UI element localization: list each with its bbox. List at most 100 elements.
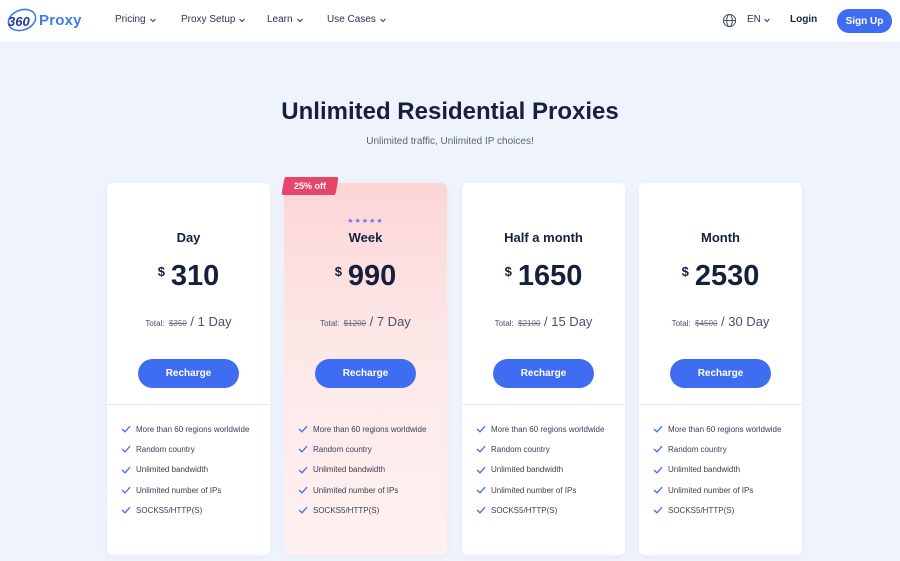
check-icon bbox=[476, 507, 486, 515]
plan-name: Day bbox=[176, 230, 201, 245]
check-icon bbox=[653, 486, 663, 494]
feature-text: More than 60 regions worldwide bbox=[136, 424, 250, 434]
plan-card-week: 25% off ★★★★★ Week $990 Total: $1200 / 7… bbox=[281, 177, 447, 555]
check-icon bbox=[121, 466, 131, 474]
check-icon bbox=[298, 486, 308, 494]
feature-item: Unlimited bandwidth bbox=[476, 460, 604, 480]
check-icon bbox=[121, 507, 131, 515]
feature-item: More than 60 regions worldwide bbox=[653, 419, 781, 439]
logo-360-icon: 360 bbox=[7, 8, 37, 32]
price-amount: 2530 bbox=[694, 260, 760, 292]
check-icon bbox=[298, 425, 308, 433]
chevron-down-icon bbox=[149, 18, 156, 22]
check-icon bbox=[121, 486, 131, 494]
login-link[interactable]: Login bbox=[790, 14, 817, 25]
currency-symbol: $ bbox=[504, 264, 512, 279]
separator: / bbox=[717, 314, 729, 329]
feature-list: More than 60 regions worldwide Random co… bbox=[298, 419, 426, 520]
feature-item: More than 60 regions worldwide bbox=[476, 419, 604, 439]
plan-card-half-month: Half a month $1650 Total: $2100 / 15 Day… bbox=[462, 183, 625, 555]
plan-name: Week bbox=[348, 230, 383, 245]
discount-badge: 25% off bbox=[281, 177, 339, 195]
language-label: EN bbox=[747, 14, 761, 25]
language-selector[interactable]: EN bbox=[747, 14, 771, 25]
divider bbox=[284, 404, 447, 405]
plan-price: $2530 bbox=[639, 260, 802, 293]
plan-total: Total: $1200 / 7 Day bbox=[284, 313, 447, 331]
original-price: $2100 bbox=[518, 319, 541, 328]
feature-text: Random country bbox=[136, 444, 195, 454]
page-title: Unlimited Residential Proxies bbox=[281, 98, 619, 125]
nav-proxy-setup[interactable]: Proxy Setup bbox=[181, 14, 246, 25]
duration: 1 Day bbox=[197, 314, 232, 329]
currency-symbol: $ bbox=[681, 264, 689, 279]
check-icon bbox=[476, 425, 486, 433]
recharge-button[interactable]: Recharge bbox=[670, 359, 771, 388]
feature-text: Unlimited bandwidth bbox=[668, 465, 741, 475]
feature-item: Unlimited number of IPs bbox=[653, 480, 781, 500]
feature-item: Random country bbox=[298, 439, 426, 459]
recharge-button[interactable]: Recharge bbox=[493, 359, 594, 388]
feature-text: SOCKS5/HTTP(S) bbox=[668, 505, 735, 515]
check-icon bbox=[653, 466, 663, 474]
divider bbox=[462, 404, 625, 405]
globe-icon[interactable] bbox=[722, 13, 737, 28]
feature-text: More than 60 regions worldwide bbox=[668, 424, 782, 434]
check-icon bbox=[298, 507, 308, 515]
feature-item: SOCKS5/HTTP(S) bbox=[653, 500, 781, 520]
recharge-button[interactable]: Recharge bbox=[315, 359, 416, 388]
nav-use-cases[interactable]: Use Cases bbox=[327, 14, 387, 25]
logo[interactable]: 360 Proxy bbox=[6, 6, 82, 34]
total-label: Total: bbox=[145, 319, 165, 328]
logo-text: Proxy bbox=[39, 11, 82, 29]
feature-item: Unlimited number of IPs bbox=[476, 480, 604, 500]
check-icon bbox=[653, 507, 663, 515]
check-icon bbox=[121, 425, 131, 433]
feature-item: SOCKS5/HTTP(S) bbox=[121, 500, 249, 520]
feature-item: Random country bbox=[653, 439, 781, 459]
feature-text: Unlimited bandwidth bbox=[491, 465, 564, 475]
price-amount: 310 bbox=[170, 260, 220, 292]
divider bbox=[107, 404, 270, 405]
original-price: $350 bbox=[168, 319, 187, 328]
plan-price: $990 bbox=[284, 260, 447, 293]
total-label: Total: bbox=[671, 319, 691, 328]
original-price: $1200 bbox=[343, 319, 366, 328]
price-amount: 1650 bbox=[517, 260, 583, 292]
feature-text: More than 60 regions worldwide bbox=[491, 424, 605, 434]
feature-text: SOCKS5/HTTP(S) bbox=[313, 505, 380, 515]
feature-item: SOCKS5/HTTP(S) bbox=[298, 500, 426, 520]
logo-mark-text: 360 bbox=[8, 14, 30, 29]
nav-learn[interactable]: Learn bbox=[267, 14, 304, 25]
divider bbox=[639, 404, 802, 405]
nav-learn-label: Learn bbox=[267, 14, 293, 25]
feature-item: More than 60 regions worldwide bbox=[298, 419, 426, 439]
duration: 30 Day bbox=[728, 314, 770, 329]
check-icon bbox=[476, 466, 486, 474]
duration: 7 Day bbox=[376, 314, 411, 329]
check-icon bbox=[476, 486, 486, 494]
feature-text: Random country bbox=[491, 444, 550, 454]
feature-text: SOCKS5/HTTP(S) bbox=[136, 505, 203, 515]
nav-use-cases-label: Use Cases bbox=[327, 14, 376, 25]
separator: / bbox=[366, 314, 377, 329]
feature-item: Unlimited number of IPs bbox=[121, 480, 249, 500]
plan-total: Total: $350 / 1 Day bbox=[107, 313, 270, 331]
plan-name: Month bbox=[701, 230, 740, 245]
separator: / bbox=[540, 314, 552, 329]
plan-total: Total: $2100 / 15 Day bbox=[462, 313, 625, 331]
feature-text: More than 60 regions worldwide bbox=[313, 424, 427, 434]
nav-pricing[interactable]: Pricing bbox=[115, 14, 157, 25]
plan-price: $310 bbox=[107, 260, 270, 293]
feature-item: More than 60 regions worldwide bbox=[121, 419, 249, 439]
feature-item: Random country bbox=[121, 439, 249, 459]
separator: / bbox=[186, 314, 198, 329]
feature-item: Unlimited bandwidth bbox=[653, 460, 781, 480]
signup-button[interactable]: Sign Up bbox=[837, 9, 892, 33]
feature-list: More than 60 regions worldwide Random co… bbox=[121, 419, 249, 520]
feature-list: More than 60 regions worldwide Random co… bbox=[653, 419, 781, 520]
feature-text: Unlimited bandwidth bbox=[136, 465, 209, 475]
recharge-button[interactable]: Recharge bbox=[138, 359, 239, 388]
duration: 15 Day bbox=[551, 314, 593, 329]
nav-proxy-setup-label: Proxy Setup bbox=[181, 14, 236, 25]
